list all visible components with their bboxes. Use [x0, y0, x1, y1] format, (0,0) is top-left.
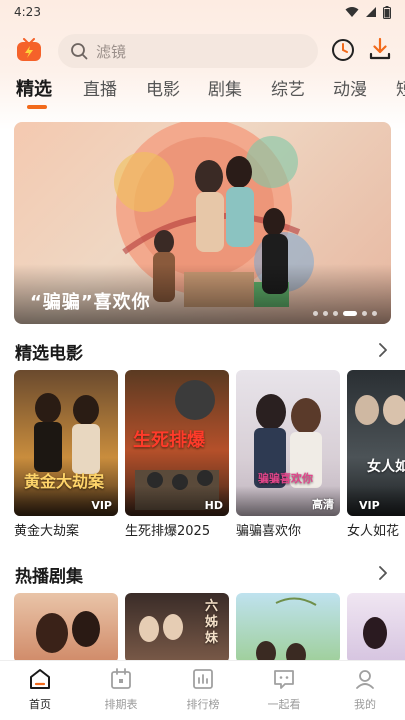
nav-ranking[interactable]: 排行榜: [173, 667, 233, 712]
header: 滤镜: [0, 32, 405, 70]
poster-title-text: 女人如花: [367, 459, 405, 475]
tab-variety[interactable]: 综艺: [271, 78, 305, 102]
movie-poster: 生死排爆 HD: [125, 370, 229, 516]
nav-label: 一起看: [267, 698, 301, 711]
featured-movies-row: 黄金大劫案 VIP 黄金大劫案 生死排爆 HD 生死排爆2025 骗骗喜欢你 高…: [14, 370, 405, 542]
movie-title: 骗骗喜欢你: [236, 524, 302, 539]
hero-banner[interactable]: “骗骗”喜欢你: [14, 122, 391, 324]
search-icon: [71, 43, 88, 60]
tab-anime[interactable]: 动漫: [333, 78, 367, 102]
tab-indicator: [27, 105, 47, 109]
nav-label: 我的: [354, 698, 376, 711]
profile-icon: [356, 670, 374, 689]
quality-badge: 高清: [312, 498, 334, 511]
movie-title: 生死排爆2025: [125, 524, 211, 539]
series-card[interactable]: [14, 593, 118, 660]
vip-badge: VIP: [359, 499, 380, 512]
series-card[interactable]: 六姊妹: [125, 593, 229, 660]
nav-label: 首页: [29, 698, 51, 711]
nav-profile[interactable]: 我的: [335, 667, 395, 712]
category-tabs: 精选 直播 电影 剧集 综艺 动漫 短: [0, 78, 405, 112]
nav-label: 排期表: [104, 698, 138, 711]
hd-badge: HD: [204, 499, 223, 512]
series-card[interactable]: [236, 593, 340, 660]
movie-title: 女人如花: [347, 524, 400, 539]
tab-featured[interactable]: 精选: [16, 78, 52, 102]
carousel-dot: [362, 311, 367, 316]
poster-figures: [36, 611, 100, 653]
status-bar: 4:23: [0, 0, 405, 24]
carousel-dot: [372, 311, 377, 316]
download-icon[interactable]: [368, 37, 392, 61]
poster-title-text: 生死排爆: [133, 430, 205, 451]
ranking-icon: [193, 669, 213, 689]
status-icons: [345, 5, 391, 19]
chevron-right-icon[interactable]: [377, 566, 389, 580]
search-input[interactable]: 滤镜: [58, 34, 318, 68]
carousel-dot: [323, 311, 328, 316]
nav-watch-together[interactable]: 一起看: [254, 667, 314, 712]
banner-title: “骗骗”喜欢你: [30, 292, 151, 313]
nav-home[interactable]: 首页: [10, 667, 70, 712]
tab-short[interactable]: 短: [396, 78, 405, 102]
movie-poster: 黄金大劫案 VIP: [14, 370, 118, 516]
tab-live[interactable]: 直播: [83, 78, 117, 102]
section-title-featured-movies: 精选电影: [15, 344, 83, 364]
poster-figures: [256, 597, 317, 660]
nav-schedule[interactable]: 排期表: [91, 667, 151, 712]
home-icon: [30, 669, 50, 689]
movie-title: 黄金大劫案: [14, 524, 80, 539]
history-icon[interactable]: [331, 38, 355, 62]
wifi-icon: [345, 7, 359, 17]
chevron-right-icon[interactable]: [377, 343, 389, 357]
movie-poster: 女人如花 VIP: [347, 370, 405, 516]
tab-movies[interactable]: 电影: [146, 78, 180, 102]
vip-badge: VIP: [91, 499, 112, 512]
carousel-dot-active: [343, 311, 357, 316]
battery-icon: [383, 5, 391, 19]
carousel-dot: [333, 311, 338, 316]
movie-card[interactable]: 骗骗喜欢你 高清 骗骗喜欢你: [236, 370, 340, 539]
section-title-hot-series: 热播剧集: [15, 567, 83, 587]
poster-title-text: 骗骗喜欢你: [258, 472, 313, 485]
movie-card[interactable]: 女人如花 VIP 女人如花: [347, 370, 405, 539]
app-logo-icon: [17, 38, 41, 61]
movie-card[interactable]: 黄金大劫案 VIP 黄金大劫案: [14, 370, 118, 539]
calendar-icon: [111, 668, 131, 689]
watch-together-icon: [274, 670, 294, 689]
search-placeholder: 滤镜: [96, 42, 127, 61]
series-card[interactable]: [347, 593, 405, 660]
status-time: 4:23: [14, 5, 41, 19]
signal-icon: [366, 7, 376, 17]
carousel-indicator: [313, 311, 377, 316]
nav-label: 排行榜: [186, 698, 220, 711]
movie-card[interactable]: 生死排爆 HD 生死排爆2025: [125, 370, 229, 539]
poster-figures: [363, 617, 387, 649]
bottom-navigation: 首页 排期表 排行榜 一起看 我的: [0, 660, 405, 720]
hot-series-row: 六姊妹: [14, 593, 405, 660]
series-poster-text: 六姊妹: [205, 599, 219, 646]
tab-series[interactable]: 剧集: [208, 78, 242, 102]
movie-poster: 骗骗喜欢你 高清: [236, 370, 340, 516]
carousel-dot: [313, 311, 318, 316]
